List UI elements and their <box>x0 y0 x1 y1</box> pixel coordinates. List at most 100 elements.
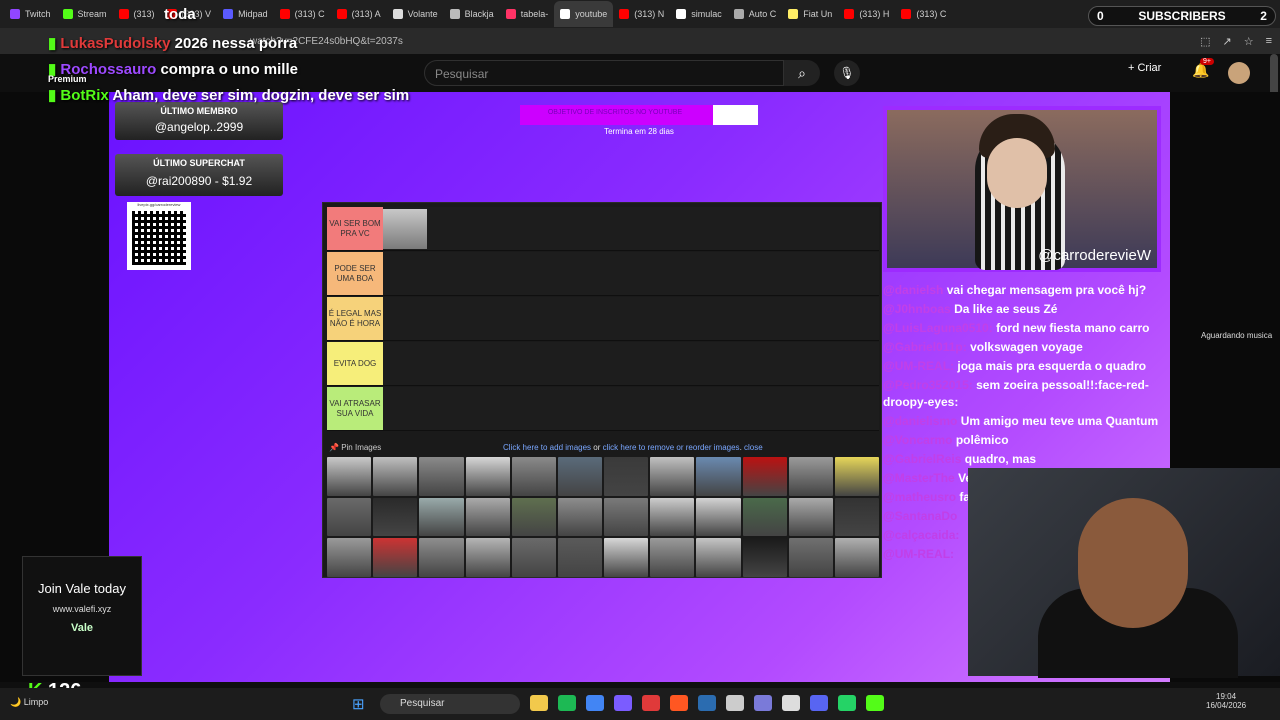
tier-row[interactable]: VAI ATRASAR SUA VIDA <box>327 387 879 431</box>
car-image[interactable] <box>788 538 833 577</box>
car-image[interactable] <box>696 497 741 537</box>
reorder-images-link[interactable]: click here to remove or reorder images <box>603 443 740 452</box>
extension-icon[interactable]: ⬚ <box>1200 35 1210 48</box>
taskbar-app-icon[interactable] <box>726 695 744 711</box>
car-image[interactable] <box>742 457 787 496</box>
taskbar-app-icon[interactable] <box>782 695 800 711</box>
taskbar-app-icon[interactable] <box>670 695 688 711</box>
taskbar-app-icon[interactable] <box>642 695 660 711</box>
music-widget: Aguardando musica <box>1201 331 1273 340</box>
car-image[interactable] <box>788 457 833 496</box>
car-image[interactable] <box>373 538 418 577</box>
car-image[interactable] <box>650 457 695 496</box>
car-image[interactable] <box>557 457 602 496</box>
tier-list[interactable]: VAI SER BOM PRA VC PODE SER UMA BOA É LEGA… <box>322 202 882 578</box>
search-input[interactable]: Pesquisar <box>424 60 784 86</box>
browser-tab[interactable]: Midpad <box>217 1 274 27</box>
taskbar-app-icon[interactable] <box>586 695 604 711</box>
car-image[interactable] <box>834 497 879 537</box>
browser-tab[interactable]: Stream <box>57 1 113 27</box>
chat-message: @Voncarmo polêmico <box>883 432 1163 449</box>
menu-icon[interactable]: ≡ <box>1266 35 1272 48</box>
tier-row[interactable]: EVITA DOG <box>327 342 879 386</box>
tier-label[interactable]: EVITA DOG <box>327 342 383 385</box>
browser-tab[interactable]: Blackja <box>444 1 500 27</box>
tier-car-image[interactable] <box>383 209 427 249</box>
browser-tab[interactable]: (313) C <box>274 1 331 27</box>
taskbar-clock[interactable]: 19:04 16/04/2026 <box>1206 692 1246 710</box>
close-link[interactable]: close <box>744 443 763 452</box>
car-image[interactable] <box>511 497 556 537</box>
car-image[interactable] <box>604 538 649 577</box>
car-image[interactable] <box>834 457 879 496</box>
car-image[interactable] <box>419 497 464 537</box>
car-image[interactable] <box>327 457 372 496</box>
browser-tab[interactable]: youtube <box>554 1 614 27</box>
car-image[interactable] <box>419 538 464 577</box>
bell-icon[interactable]: 🔔 9+ <box>1192 58 1214 79</box>
car-image[interactable] <box>373 457 418 496</box>
browser-tab[interactable]: Twitch <box>4 1 57 27</box>
pin-images-label[interactable]: 📌 Pin Images <box>329 443 381 452</box>
tier-row[interactable]: PODE SER UMA BOA <box>327 252 879 296</box>
car-image[interactable] <box>373 497 418 537</box>
car-image[interactable] <box>465 457 510 496</box>
add-images-link[interactable]: Click here to add images <box>503 443 591 452</box>
car-image[interactable] <box>696 538 741 577</box>
car-image[interactable] <box>419 457 464 496</box>
car-image[interactable] <box>788 497 833 537</box>
taskbar-app-icon[interactable] <box>614 695 632 711</box>
taskbar-app-icon[interactable] <box>866 695 884 711</box>
search-icon[interactable]: ⌕ <box>784 60 820 86</box>
taskbar-app-icon[interactable] <box>754 695 772 711</box>
taskbar-app-icon[interactable] <box>530 695 548 711</box>
taskbar-search-input[interactable]: Pesquisar <box>380 694 520 714</box>
tier-label[interactable]: VAI ATRASAR SUA VIDA <box>327 387 383 430</box>
browser-tab[interactable]: (313) <box>113 1 161 27</box>
taskbar-app-icon[interactable] <box>558 695 576 711</box>
tier-row[interactable]: É LEGAL MAS NÃO É HORA <box>327 297 879 341</box>
car-image-pool[interactable] <box>327 457 879 577</box>
car-image[interactable] <box>604 457 649 496</box>
taskbar-app-icon[interactable] <box>838 695 856 711</box>
browser-tab[interactable]: Auto C <box>728 1 783 27</box>
browser-tab[interactable]: Volante <box>387 1 444 27</box>
avatar[interactable] <box>1228 62 1250 84</box>
car-image[interactable] <box>604 497 649 537</box>
car-image[interactable] <box>742 497 787 537</box>
tier-row[interactable]: VAI SER BOM PRA VC <box>327 207 879 251</box>
car-image[interactable] <box>327 538 372 577</box>
mic-icon[interactable]: 🎙 <box>834 60 860 86</box>
browser-tab[interactable]: simulac <box>670 1 728 27</box>
car-image[interactable] <box>834 538 879 577</box>
car-image[interactable] <box>650 497 695 537</box>
browser-tab[interactable]: tabela- <box>500 1 555 27</box>
create-button[interactable]: + Criar <box>1128 62 1161 74</box>
browser-tab[interactable]: (313) N <box>613 1 670 27</box>
taskbar-app-icon[interactable] <box>698 695 716 711</box>
car-image[interactable] <box>465 497 510 537</box>
join-vale-card[interactable]: Join Vale today www.valefi.xyz Vale <box>22 556 142 676</box>
star-icon[interactable]: ☆ <box>1244 35 1254 48</box>
car-image[interactable] <box>511 538 556 577</box>
car-image[interactable] <box>557 497 602 537</box>
windows-start-icon[interactable]: ⊞ <box>352 695 365 713</box>
taskbar-app-icon[interactable] <box>810 695 828 711</box>
car-image[interactable] <box>511 457 556 496</box>
weather-widget[interactable]: 🌙 Limpo <box>10 697 48 708</box>
car-image[interactable] <box>696 457 741 496</box>
tier-label[interactable]: VAI SER BOM PRA VC <box>327 207 383 250</box>
tier-label[interactable]: PODE SER UMA BOA <box>327 252 383 295</box>
car-image[interactable] <box>327 497 372 537</box>
tier-label[interactable]: É LEGAL MAS NÃO É HORA <box>327 297 383 340</box>
browser-tab[interactable]: (313) A <box>331 1 387 27</box>
car-image[interactable] <box>742 538 787 577</box>
car-image[interactable] <box>465 538 510 577</box>
car-image[interactable] <box>650 538 695 577</box>
browser-tab[interactable]: (313) H <box>838 1 895 27</box>
browser-tab[interactable]: Fiat Un <box>782 1 838 27</box>
browser-tab[interactable]: (313) C <box>895 1 952 27</box>
share-icon[interactable]: ↗ <box>1222 35 1231 48</box>
chat-message: @Pedro352015: sem zoeira pessoal!!:face-… <box>883 377 1163 411</box>
car-image[interactable] <box>557 538 602 577</box>
